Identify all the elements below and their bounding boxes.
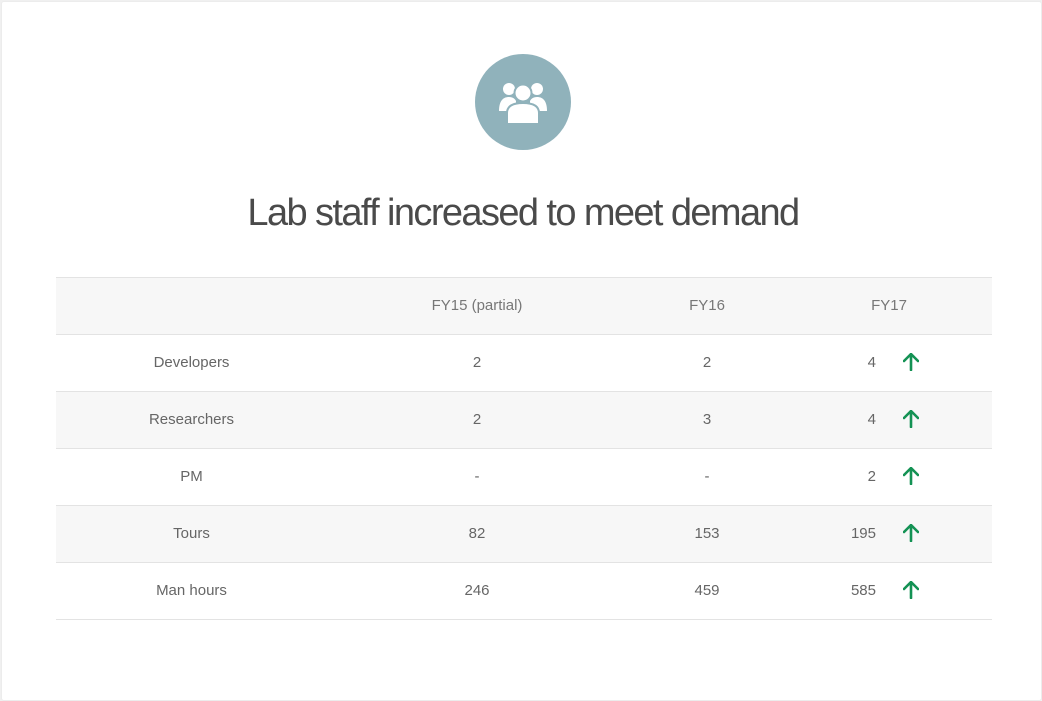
cell-fy15: 2 [472,354,482,371]
row-label: Tours [173,525,210,542]
cell-fy15: 82 [468,525,486,542]
cell-fy17: 2 [867,468,876,485]
cell-fy15: 2 [472,411,482,428]
up-arrow-icon [903,524,919,542]
header-label-column [56,278,327,334]
cell-fy15: 246 [464,582,490,599]
cell-fy16: - [704,468,710,485]
group-users-icon [475,54,571,150]
group-users-glyph [499,83,547,125]
header-fy16: FY16 [689,297,725,314]
table-row-developers: Developers 2 2 4 [56,334,992,391]
row-label: PM [180,468,203,485]
up-arrow-icon [903,410,919,428]
content-card: Lab staff increased to meet demand FY15 … [1,1,1042,701]
cell-fy15: - [474,468,480,485]
staff-stats-table: FY15 (partial) FY16 FY17 Developers 2 2 … [56,277,992,620]
cell-fy16: 3 [702,411,712,428]
page-title: Lab staff increased to meet demand [247,192,800,234]
cell-fy17: 4 [867,354,876,371]
table-row-tours: Tours 82 153 195 [56,505,992,562]
cell-fy16: 2 [702,354,712,371]
cell-fy16: 459 [694,582,720,599]
header-fy17: FY17 [871,297,907,314]
cell-fy17: 585 [850,582,876,599]
table-row-researchers: Researchers 2 3 4 [56,391,992,448]
up-arrow-icon [903,467,919,485]
row-label: Researchers [148,411,235,428]
cell-fy16: 153 [694,525,720,542]
up-arrow-icon [903,353,919,371]
table-row-pm: PM - - 2 [56,448,992,505]
row-label: Developers [153,354,230,371]
up-arrow-icon [903,581,919,599]
row-label: Man hours [156,582,227,599]
table-header-row: FY15 (partial) FY16 FY17 [56,277,992,334]
cell-fy17: 195 [850,525,876,542]
header-fy15: FY15 (partial) [431,297,523,314]
cell-fy17: 4 [867,411,876,428]
table-row-man-hours: Man hours 246 459 585 [56,562,992,620]
